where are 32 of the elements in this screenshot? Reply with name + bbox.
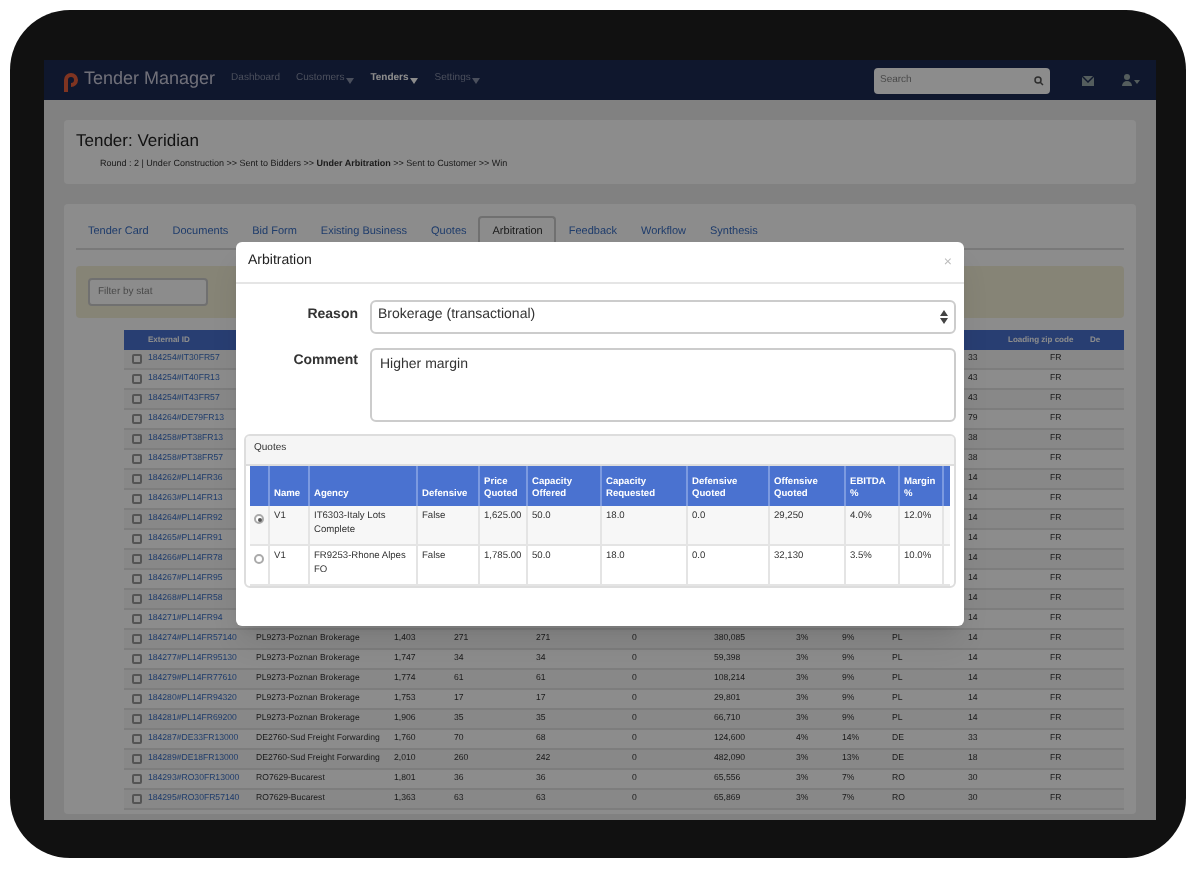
row-checkbox[interactable]	[131, 414, 141, 424]
radio-button[interactable]	[254, 554, 264, 564]
radio-button[interactable]	[254, 514, 264, 524]
row-checkbox[interactable]	[131, 594, 141, 604]
row-checkbox[interactable]	[131, 614, 141, 624]
row-checkbox[interactable]	[131, 434, 141, 444]
row-checkbox[interactable]	[131, 554, 141, 564]
logo-icon	[60, 69, 80, 91]
row-checkbox[interactable]	[131, 714, 141, 724]
user-icon[interactable]	[1122, 74, 1140, 86]
row-checkbox[interactable]	[131, 774, 141, 784]
row-checkbox[interactable]	[131, 794, 141, 804]
row-checkbox[interactable]	[131, 674, 141, 684]
row-checkbox[interactable]	[131, 494, 141, 504]
select-arrows-icon	[940, 310, 948, 324]
row-checkbox[interactable]	[131, 374, 141, 384]
row-checkbox[interactable]	[131, 474, 141, 484]
mail-icon[interactable]	[1082, 75, 1094, 85]
row-checkbox[interactable]	[131, 354, 141, 364]
row-checkbox[interactable]	[131, 654, 141, 664]
row-checkbox[interactable]	[131, 394, 141, 404]
brand-name: Tender Manager	[84, 66, 216, 93]
row-checkbox[interactable]	[131, 754, 141, 764]
row-checkbox[interactable]	[131, 574, 141, 584]
row-checkbox[interactable]	[131, 454, 141, 464]
row-checkbox[interactable]	[131, 694, 141, 704]
page-title: Tender: Veridian	[76, 128, 201, 154]
row-checkbox[interactable]	[131, 634, 141, 644]
row-checkbox[interactable]	[131, 734, 141, 744]
row-checkbox[interactable]	[131, 514, 141, 524]
search-icon	[1034, 75, 1044, 85]
row-checkbox[interactable]	[131, 534, 141, 544]
